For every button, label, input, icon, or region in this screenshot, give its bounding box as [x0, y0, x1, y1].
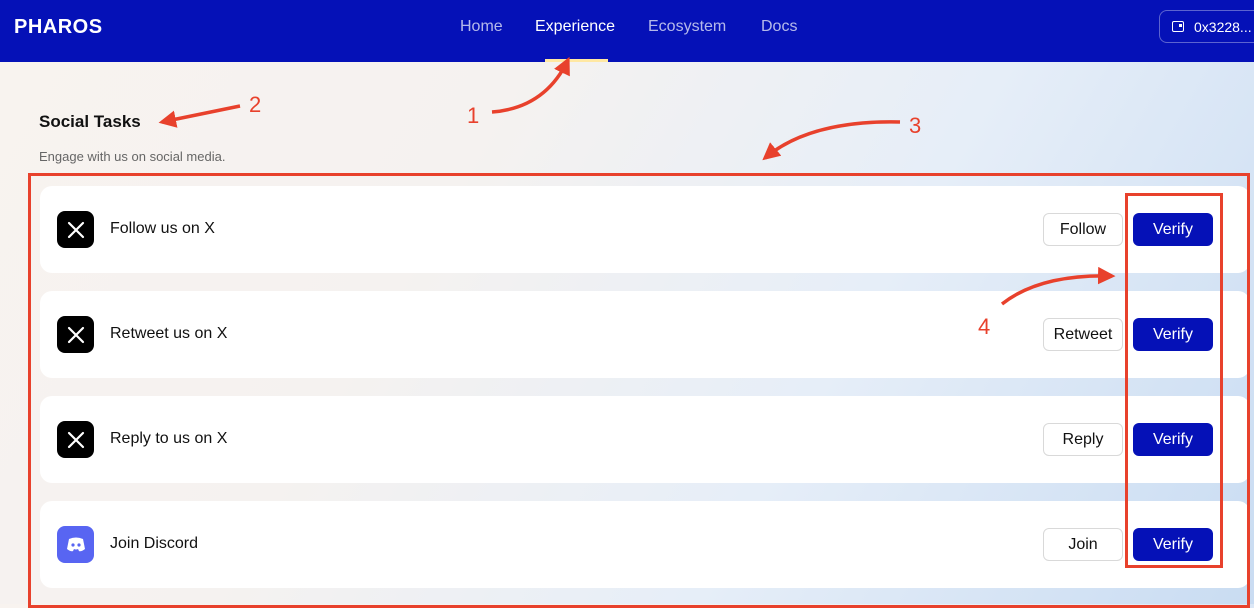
annotation-number-2: 2: [249, 92, 262, 117]
arrow-4: [1000, 266, 1116, 306]
arrow-1: [491, 56, 570, 114]
annotation-arrows: [158, 56, 1116, 306]
arrow-2: [158, 104, 241, 128]
annotation-number-4: 4: [978, 314, 991, 339]
annotation-number-3: 3: [909, 113, 922, 138]
annotation-number-1: 1: [467, 103, 480, 128]
arrow-3: [762, 120, 901, 161]
